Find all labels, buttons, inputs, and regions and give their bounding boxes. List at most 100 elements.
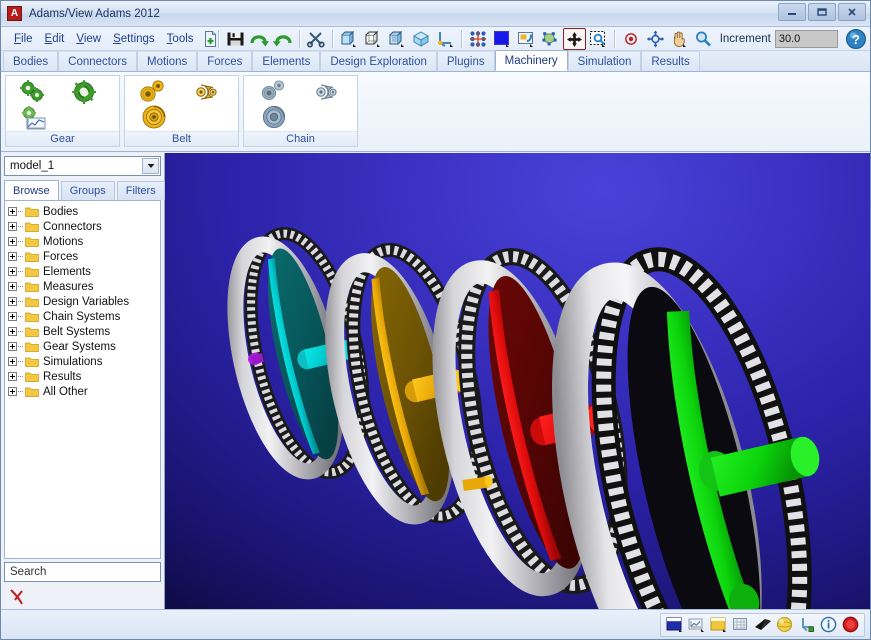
minimize-button[interactable] [778, 3, 806, 21]
tree-item-label: Measures [43, 281, 94, 293]
pan-hand-icon[interactable] [668, 28, 691, 50]
tab-design-exploration[interactable]: Design Exploration [320, 51, 437, 71]
render-sphere-icon[interactable] [775, 615, 794, 634]
shade-mode-icon[interactable] [753, 615, 772, 634]
redo-icon[interactable] [248, 28, 271, 50]
tree-item-gear-systems[interactable]: Gear Systems [8, 339, 160, 354]
menu-settings[interactable]: Settings [107, 31, 161, 47]
tree-item-design-variables[interactable]: Design Variables [8, 294, 160, 309]
zoom-magnifier-icon[interactable] [692, 28, 715, 50]
expand-plus-icon[interactable] [8, 282, 17, 291]
tree-item-results[interactable]: Results [8, 369, 160, 384]
undo-icon[interactable] [272, 28, 295, 50]
expand-plus-icon[interactable] [8, 222, 17, 231]
icons-visibility-icon[interactable] [467, 28, 490, 50]
screen-capture-icon[interactable] [515, 28, 538, 50]
chain-system-4 [534, 233, 870, 609]
stop-simulation-icon[interactable] [841, 615, 860, 634]
belt-spiral-icon[interactable] [141, 104, 169, 130]
model-tree[interactable]: Bodies Connectors Motions Forces [4, 200, 161, 559]
menu-file[interactable]: File [8, 31, 39, 47]
wireframe-view-icon[interactable] [362, 28, 385, 50]
menu-tools[interactable]: Tools [161, 31, 200, 47]
sidebar-tab-groups[interactable]: Groups [61, 181, 115, 200]
statusbar [1, 609, 870, 639]
expand-plus-icon[interactable] [8, 372, 17, 381]
sidebar-tab-browse[interactable]: Browse [4, 180, 59, 200]
front-view-icon[interactable] [338, 28, 361, 50]
gear-recycle-icon[interactable] [71, 79, 97, 105]
tree-item-elements[interactable]: Elements [8, 264, 160, 279]
save-database-icon[interactable] [224, 28, 247, 50]
render-shaded-icon[interactable] [410, 28, 433, 50]
expand-plus-icon[interactable] [8, 237, 17, 246]
tab-plugins[interactable]: Plugins [437, 51, 495, 71]
tab-bodies[interactable]: Bodies [3, 51, 58, 71]
expand-plus-icon[interactable] [8, 207, 17, 216]
background-color-icon[interactable] [491, 28, 514, 50]
tree-item-all-other[interactable]: All Other [8, 384, 160, 399]
belt-loop-icon[interactable] [192, 82, 222, 104]
belt-pulleys-icon[interactable] [139, 80, 167, 104]
tab-forces[interactable]: Forces [197, 51, 252, 71]
tree-item-motions[interactable]: Motions [8, 234, 160, 249]
menu-edit[interactable]: Edit [39, 31, 71, 47]
working-grid-axes-icon[interactable] [434, 28, 457, 50]
plot-window-icon[interactable] [687, 615, 706, 634]
gear-plot-icon[interactable] [18, 105, 48, 131]
folder-icon [25, 221, 39, 232]
close-button[interactable] [838, 3, 866, 21]
expand-plus-icon[interactable] [8, 252, 17, 261]
help-button[interactable]: ? [844, 27, 867, 51]
tree-connector [18, 331, 23, 332]
sidebar-tab-filters[interactable]: Filters [117, 181, 165, 200]
tree-item-belt-systems[interactable]: Belt Systems [8, 324, 160, 339]
chain-spiral-icon[interactable] [261, 104, 289, 130]
chain-sprockets-icon[interactable] [260, 80, 288, 104]
model-viewport[interactable] [165, 153, 870, 609]
tab-machinery[interactable]: Machinery [495, 50, 568, 71]
tree-item-measures[interactable]: Measures [8, 279, 160, 294]
chain-loop-icon[interactable] [312, 82, 342, 104]
new-model-icon[interactable] [200, 28, 223, 50]
rotate-view-icon[interactable] [644, 28, 667, 50]
select-all-objects-icon[interactable] [539, 28, 562, 50]
tab-connectors[interactable]: Connectors [58, 51, 137, 71]
tab-elements[interactable]: Elements [252, 51, 320, 71]
expand-plus-icon[interactable] [8, 387, 17, 396]
adams-scissors-icon[interactable] [9, 588, 25, 606]
tab-results[interactable]: Results [641, 51, 699, 71]
model-dropdown[interactable]: model_1 [4, 156, 161, 176]
tree-item-connectors[interactable]: Connectors [8, 219, 160, 234]
tree-item-label: Connectors [43, 221, 102, 233]
search-input[interactable]: Search [4, 562, 161, 582]
table-editor-icon[interactable] [709, 615, 728, 634]
increment-input[interactable]: 30.0 [775, 30, 838, 48]
translate-view-icon[interactable] [563, 28, 586, 50]
gear-pair-icon[interactable] [18, 79, 48, 105]
expand-plus-icon[interactable] [8, 327, 17, 336]
expand-plus-icon[interactable] [8, 312, 17, 321]
grid-table-icon[interactable] [731, 615, 750, 634]
cut-tools-icon[interactable] [305, 28, 328, 50]
model-browser-icon[interactable] [665, 615, 684, 634]
tree-item-forces[interactable]: Forces [8, 249, 160, 264]
tab-simulation[interactable]: Simulation [568, 51, 642, 71]
folder-icon [25, 311, 39, 322]
tab-motions[interactable]: Motions [137, 51, 197, 71]
expand-plus-icon[interactable] [8, 267, 17, 276]
center-view-icon[interactable] [620, 28, 643, 50]
zoom-box-icon[interactable] [587, 28, 610, 50]
iso-view-icon[interactable] [386, 28, 409, 50]
menu-view[interactable]: View [70, 31, 107, 47]
chevron-down-icon[interactable] [142, 158, 159, 174]
expand-plus-icon[interactable] [8, 297, 17, 306]
maximize-button[interactable] [808, 3, 836, 21]
information-icon[interactable] [819, 615, 838, 634]
expand-plus-icon[interactable] [8, 357, 17, 366]
tree-item-chain-systems[interactable]: Chain Systems [8, 309, 160, 324]
tree-item-simulations[interactable]: Simulations [8, 354, 160, 369]
expand-plus-icon[interactable] [8, 342, 17, 351]
tree-item-bodies[interactable]: Bodies [8, 204, 160, 219]
axes-tree-icon[interactable] [797, 615, 816, 634]
